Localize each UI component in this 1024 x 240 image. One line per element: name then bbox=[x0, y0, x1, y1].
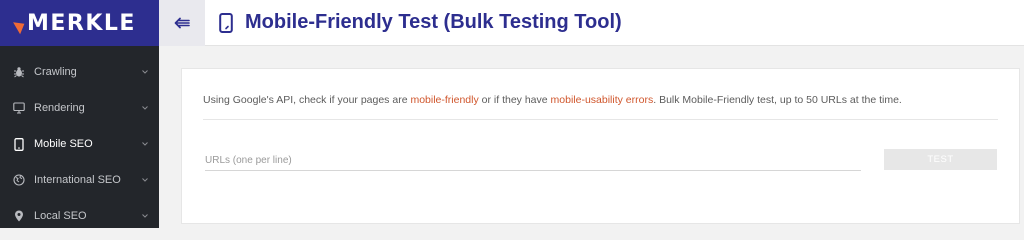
sidebar-item-label: Crawling bbox=[34, 66, 77, 78]
sidebar-item-label: International SEO bbox=[34, 174, 121, 186]
divider bbox=[203, 119, 998, 120]
chevron-down-icon bbox=[141, 176, 149, 184]
top-bar: Mobile-Friendly Test (Bulk Testing Tool) bbox=[159, 0, 1024, 46]
mobile-friendly-link[interactable]: mobile-friendly bbox=[410, 94, 478, 106]
sidebar-item-label: Mobile SEO bbox=[34, 138, 93, 150]
urls-input[interactable] bbox=[205, 153, 861, 171]
chevron-down-icon bbox=[141, 212, 149, 220]
mobile-usability-errors-link[interactable]: mobile-usability errors bbox=[551, 94, 654, 106]
phone-icon bbox=[219, 12, 233, 33]
sidebar-item-mobile-seo[interactable]: Mobile SEO bbox=[0, 126, 159, 162]
globe-icon bbox=[12, 173, 26, 187]
sidebar-item-international-seo[interactable]: International SEO bbox=[0, 162, 159, 198]
map-pin-icon bbox=[12, 209, 26, 223]
sidebar-item-label: Local SEO bbox=[34, 210, 87, 222]
sidebar: MERKLE Crawling Rendering Mobile SEO Int… bbox=[0, 0, 159, 228]
phone-icon bbox=[12, 137, 26, 151]
bug-icon bbox=[12, 65, 26, 79]
tool-description: Using Google's API, check if your pages … bbox=[203, 94, 902, 106]
collapse-menu-icon bbox=[174, 17, 190, 29]
description-text: or if they have bbox=[478, 94, 551, 106]
collapse-sidebar-button[interactable] bbox=[159, 0, 205, 46]
sidebar-item-rendering[interactable]: Rendering bbox=[0, 90, 159, 126]
chevron-down-icon bbox=[141, 104, 149, 112]
merkle-logo[interactable]: MERKLE bbox=[0, 0, 159, 46]
sidebar-nav: Crawling Rendering Mobile SEO Internatio… bbox=[0, 46, 159, 234]
bulk-test-card: Using Google's API, check if your pages … bbox=[181, 68, 1020, 224]
sidebar-item-label: Rendering bbox=[34, 102, 85, 114]
chevron-down-icon bbox=[141, 140, 149, 148]
sidebar-item-local-seo[interactable]: Local SEO bbox=[0, 198, 159, 234]
monitor-icon bbox=[12, 101, 26, 115]
description-text: Using Google's API, check if your pages … bbox=[203, 94, 411, 106]
sidebar-item-crawling[interactable]: Crawling bbox=[0, 54, 159, 90]
page-title: Mobile-Friendly Test (Bulk Testing Tool) bbox=[245, 11, 622, 33]
logo-text: MERKLE bbox=[27, 10, 136, 36]
logo-mark-icon bbox=[13, 17, 28, 35]
chevron-down-icon bbox=[141, 68, 149, 76]
test-button[interactable]: TEST bbox=[884, 149, 997, 170]
description-text: . Bulk Mobile-Friendly test, up to 50 UR… bbox=[653, 94, 902, 106]
